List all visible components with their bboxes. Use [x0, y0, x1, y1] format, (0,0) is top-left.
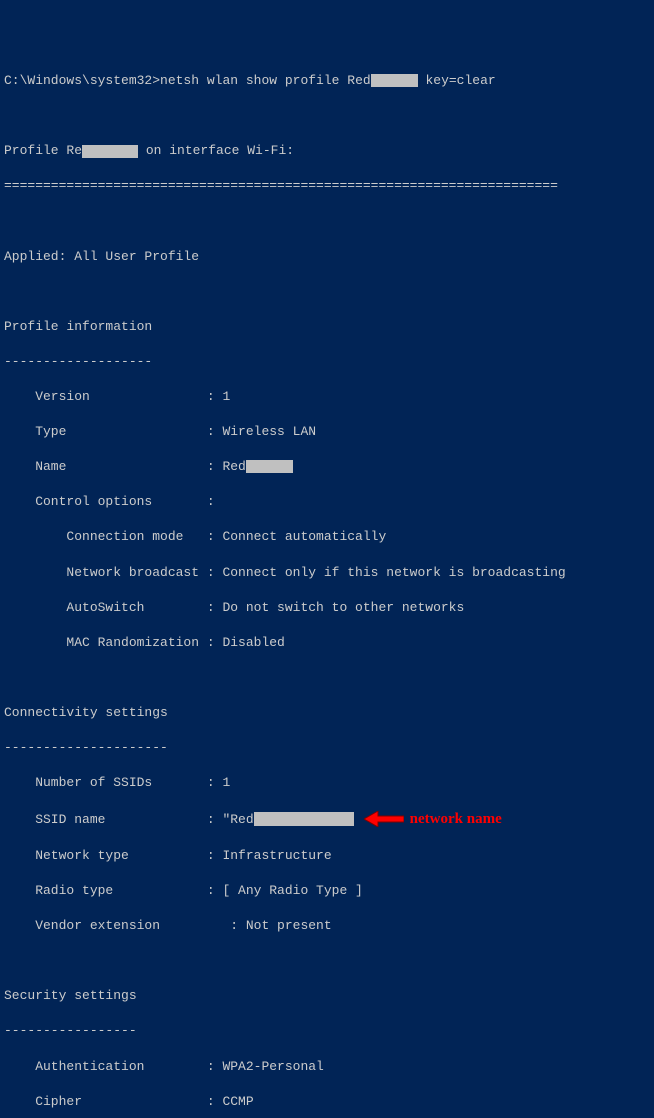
section-title-connectivity: Connectivity settings: [4, 704, 650, 722]
autoswitch-value: Do not switch to other networks: [222, 600, 464, 615]
network-broadcast-label: Network broadcast :: [4, 565, 222, 580]
network-broadcast-row: Network broadcast : Connect only if this…: [4, 564, 650, 582]
autoswitch-label: AutoSwitch :: [4, 600, 222, 615]
cipher-row-1: Cipher : CCMP: [4, 1093, 650, 1111]
num-ssids-value: 1: [222, 775, 230, 790]
network-broadcast-value: Connect only if this network is broadcas…: [222, 565, 565, 580]
connection-mode-label: Connection mode :: [4, 529, 222, 544]
ssid-name-value: "Red: [222, 811, 253, 829]
type-row: Type : Wireless LAN: [4, 423, 650, 441]
annotation-network-name: network name: [364, 809, 502, 829]
annotation-network-name-label: network name: [410, 809, 502, 829]
num-ssids-row: Number of SSIDs : 1: [4, 774, 650, 792]
mac-randomization-row: MAC Randomization : Disabled: [4, 634, 650, 652]
cmd-post: key=clear: [418, 72, 496, 90]
connection-mode-value: Connect automatically: [222, 529, 386, 544]
profile-header-post: on interface Wi-Fi:: [138, 142, 294, 160]
name-label: Name :: [4, 458, 222, 476]
type-label: Type :: [4, 424, 222, 439]
cipher-label: Cipher :: [4, 1094, 222, 1109]
network-type-label: Network type :: [4, 848, 222, 863]
redacted-interface-name: [82, 145, 138, 158]
section-dash: -------------------: [4, 353, 650, 371]
arrow-left-icon: [364, 811, 404, 827]
name-value: Red: [222, 458, 245, 476]
connection-mode-row: Connection mode : Connect automatically: [4, 528, 650, 546]
ssid-name-row: SSID name : "Red network name: [4, 809, 650, 829]
divider-line: ========================================…: [4, 177, 650, 195]
version-row: Version : 1: [4, 388, 650, 406]
cmd-pre: netsh wlan show profile Red: [160, 72, 371, 90]
blank-line: [4, 283, 650, 301]
num-ssids-label: Number of SSIDs :: [4, 775, 222, 790]
name-row: Name : Red: [4, 458, 650, 476]
profile-header-line: Profile Re on interface Wi-Fi:: [4, 142, 650, 160]
vendor-extension-value: Not present: [246, 918, 332, 933]
section-dash: -----------------: [4, 1022, 650, 1040]
type-value: Wireless LAN: [222, 424, 316, 439]
profile-header-pre: Profile Re: [4, 142, 82, 160]
blank-line: [4, 213, 650, 231]
ssid-name-label: SSID name :: [4, 811, 222, 829]
cipher-value: CCMP: [222, 1094, 253, 1109]
version-label: Version :: [4, 389, 222, 404]
network-type-row: Network type : Infrastructure: [4, 847, 650, 865]
section-title-profile: Profile information: [4, 318, 650, 336]
section-dash: ---------------------: [4, 739, 650, 757]
section-title-security: Security settings: [4, 987, 650, 1005]
redacted-name: [246, 460, 293, 473]
authentication-row-1: Authentication : WPA2-Personal: [4, 1058, 650, 1076]
redacted-ssid: [254, 812, 354, 826]
radio-type-label: Radio type :: [4, 883, 222, 898]
authentication-label: Authentication :: [4, 1059, 222, 1074]
vendor-extension-row: Vendor extension : Not present: [4, 917, 650, 935]
blank-line: [4, 669, 650, 687]
blank-line: [4, 952, 650, 970]
radio-type-row: Radio type : [ Any Radio Type ]: [4, 882, 650, 900]
mac-randomization-value: Disabled: [222, 635, 284, 650]
control-options-row: Control options :: [4, 493, 650, 511]
vendor-extension-label: Vendor extension :: [4, 918, 246, 933]
command-prompt-line: C:\Windows\system32>netsh wlan show prof…: [4, 72, 650, 90]
radio-type-value: [ Any Radio Type ]: [222, 883, 362, 898]
autoswitch-row: AutoSwitch : Do not switch to other netw…: [4, 599, 650, 617]
version-value: 1: [222, 389, 230, 404]
blank-line: [4, 107, 650, 125]
network-type-value: Infrastructure: [222, 848, 331, 863]
authentication-value: WPA2-Personal: [222, 1059, 323, 1074]
redacted-profile-name: [371, 74, 418, 87]
mac-randomization-label: MAC Randomization :: [4, 635, 222, 650]
prompt-path: C:\Windows\system32>: [4, 72, 160, 90]
applied-line: Applied: All User Profile: [4, 248, 650, 266]
